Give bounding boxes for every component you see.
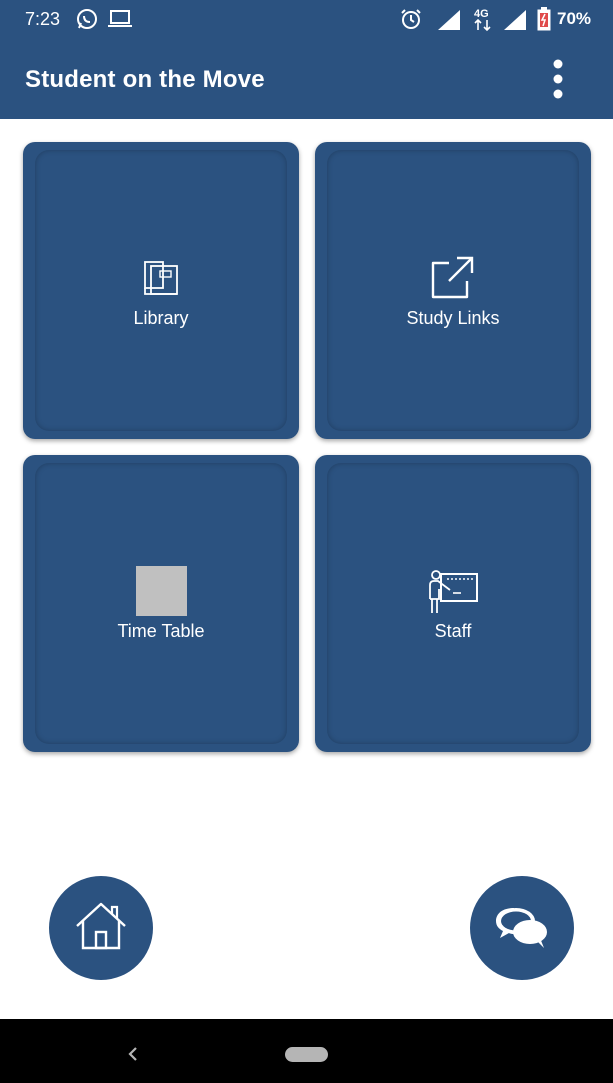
battery-percentage: 70% [557,9,592,28]
whatsapp-icon [77,9,97,29]
image-placeholder [136,566,187,616]
signal-icon [504,10,526,30]
tile-label: Library [133,308,189,328]
home-icon [76,902,126,950]
battery-icon [537,7,551,31]
tile-label: Staff [434,621,472,641]
status-bar: 7:23 4G 70% [0,0,613,40]
books-icon [144,261,178,295]
more-vert-icon[interactable] [543,56,573,102]
page-title: Student on the Move [25,66,265,93]
tile-label: Time Table [117,621,205,641]
svg-text:4G: 4G [474,8,489,20]
tile-staff[interactable]: Staff [315,455,591,752]
signal-icon [438,10,460,30]
chat-bubbles-icon [496,908,547,948]
laptop-icon [108,10,132,27]
alarm-icon [401,9,421,29]
tile-library[interactable]: Library [23,142,299,439]
tile-time-table[interactable]: Time Table [23,455,299,752]
teacher-board-icon [429,570,478,613]
external-link-icon [431,256,474,299]
tile-label: Study Links [406,308,500,328]
tile-study-links[interactable]: Study Links [315,142,591,439]
back-icon[interactable] [126,1045,140,1063]
status-time: 7:23 [25,9,61,29]
system-navigation-bar [0,1019,613,1083]
home-pill[interactable] [285,1047,328,1062]
home-button[interactable] [49,876,153,980]
4g-icon: 4G [474,8,491,32]
app-bar: Student on the Move [0,40,613,119]
chat-button[interactable] [470,876,574,980]
